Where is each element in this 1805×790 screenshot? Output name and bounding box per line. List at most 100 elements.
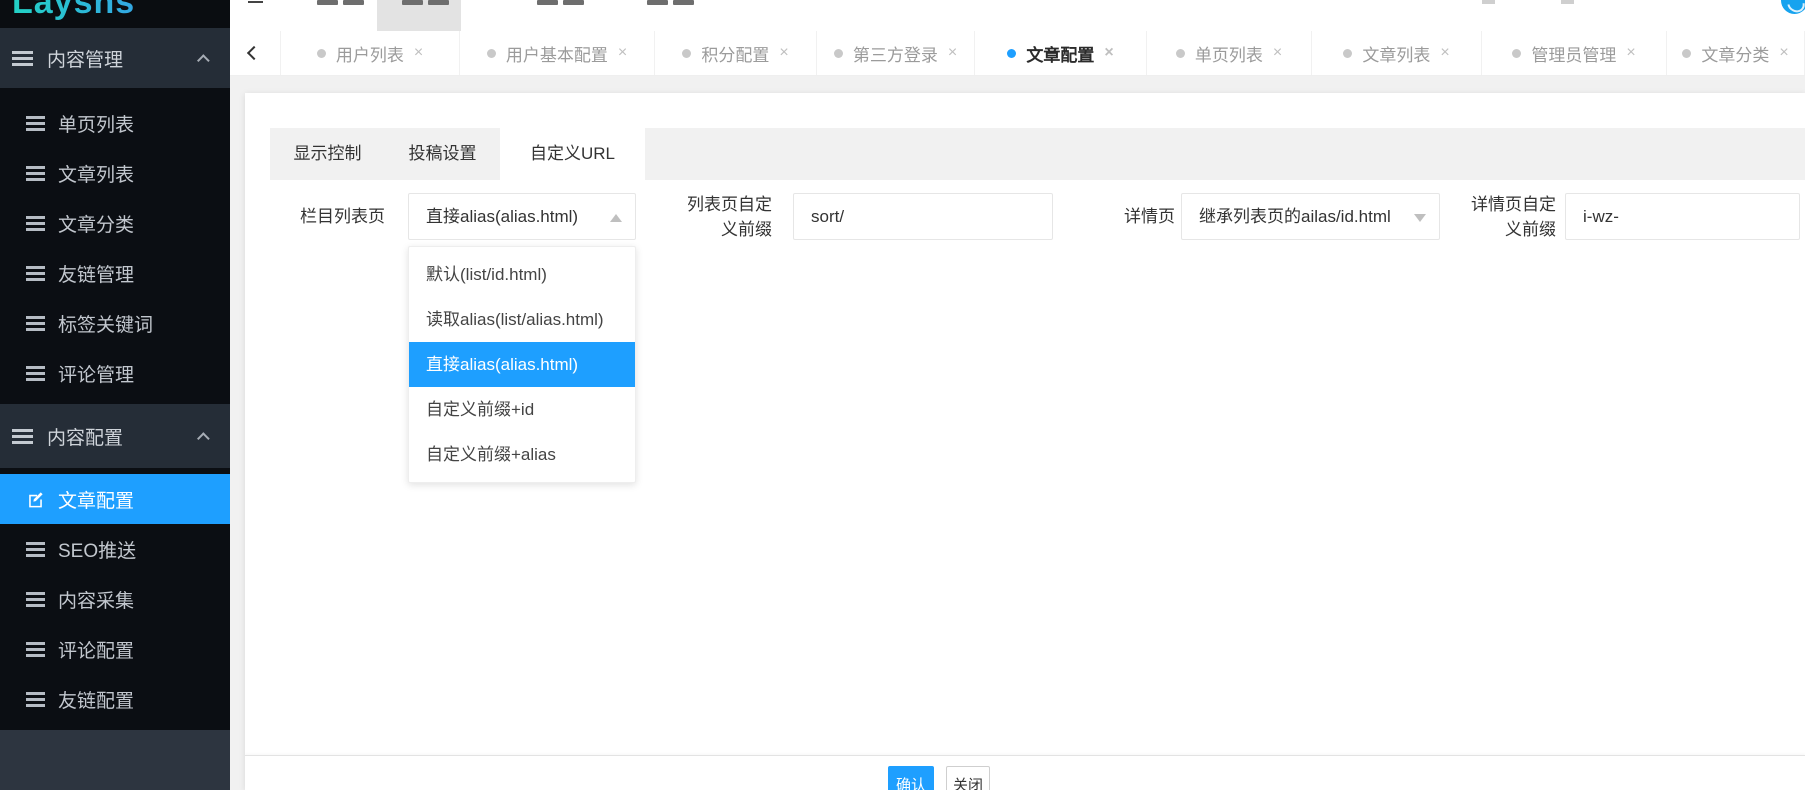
edit-icon [29,491,43,507]
sidebar-submenu-content-config: 文章配置 SEO推送 内容采集 评论配置 友链配置 [0,468,230,730]
tab-dot-icon [1512,48,1522,58]
sidebar-item-article-list[interactable]: 文章列表 [0,148,230,198]
sidebar-group-content-manage[interactable]: 内容管理 [0,28,230,88]
app-logo-text: Laysns [12,0,230,22]
tab-dot-icon [486,48,496,58]
chevron-left-icon [246,45,262,61]
topnav-item[interactable] [647,0,668,5]
sidebar-item-article-config[interactable]: 文章配置 [0,474,230,524]
label-line: 义前缀 [1505,220,1556,239]
topnav-item[interactable] [563,0,584,5]
tab-article-list[interactable]: 文章列表 × [1312,31,1482,75]
tab-scroll-left-button[interactable] [238,31,270,75]
page-tabs: 用户列表 × 用户基本配置 × 积分配置 × 第三方登录 × 文章配置 × 单页… [280,31,1805,75]
column-list-page-dropdown: 默认(list/id.html) 读取alias(list/alias.html… [408,246,636,483]
topnav-item[interactable] [673,0,694,5]
sidebar-item-label: 文章配置 [58,490,135,512]
menu-toggle-icon[interactable] [248,0,263,3]
confirm-button[interactable]: 确认 [888,766,934,790]
close-button[interactable]: 关闭 [946,766,990,790]
sidebar-item-label: 友链管理 [58,264,135,286]
label-line: 义前缀 [721,220,772,239]
column-list-page-select[interactable]: 直接alias(alias.html) [408,193,636,240]
list-icon [26,691,45,707]
dropdown-option[interactable]: 自定义前缀+id [409,387,635,432]
label-line: 详情页自定 [1471,195,1556,214]
sidebar-item-label: 标签关键词 [58,314,154,336]
panel-footer: 确认 关闭 [245,755,1805,790]
sidebar-submenu-content-manage: 单页列表 文章列表 文章分类 友链管理 标签关键词 评论管理 [0,88,230,404]
sidebar-item-friendlink-config[interactable]: 友链配置 [0,674,230,724]
topnav-item[interactable] [343,0,364,5]
tab-user-basic-config[interactable]: 用户基本配置 × [460,31,655,75]
topnav-item[interactable] [402,0,423,5]
dropdown-option[interactable]: 读取alias(list/alias.html) [409,297,635,342]
tab-user-list[interactable]: 用户列表 × [280,31,460,75]
sidebar-item-friend-links[interactable]: 友链管理 [0,248,230,298]
panel-tabs: 显示控制 投稿设置 自定义URL [270,128,1805,180]
close-icon[interactable]: × [948,44,957,62]
select-value: 直接alias(alias.html) [426,207,579,226]
sidebar-item-label: 评论配置 [58,640,135,662]
tab-label: 积分配置 [701,45,770,65]
tab-label: 用户基本配置 [505,45,608,65]
tab-third-party-login[interactable]: 第三方登录 × [817,31,975,75]
chevron-up-icon [197,431,210,445]
topnav-item[interactable] [317,0,338,5]
sidebar-item-tag-keywords[interactable]: 标签关键词 [0,298,230,348]
topnav-item[interactable] [537,0,558,5]
tab-label: 文章分类 [1701,45,1770,65]
sidebar-item-label: 友链配置 [58,690,135,712]
field-label-list-custom-prefix: 列表页自定 义前缀 [672,192,772,242]
label-line: 列表页自定 [687,195,772,214]
dropdown-option[interactable]: 默认(list/id.html) [409,252,635,297]
sidebar-item-seo-push[interactable]: SEO推送 [0,524,230,574]
close-icon[interactable]: × [618,44,627,62]
list-icon [26,115,45,131]
list-icon [26,541,45,557]
list-custom-prefix-input[interactable] [793,193,1053,240]
close-icon[interactable]: × [414,44,423,62]
dropdown-option[interactable]: 自定义前缀+alias [409,432,635,477]
sidebar-footer [0,730,230,790]
panel-tab-submission-settings[interactable]: 投稿设置 [385,128,500,180]
sidebar-item-comment-config[interactable]: 评论配置 [0,624,230,674]
close-icon[interactable]: × [1440,44,1449,62]
panel-tab-display-control[interactable]: 显示控制 [270,128,385,180]
header-icon[interactable] [1561,0,1574,4]
avatar[interactable] [1781,0,1805,14]
header-icon[interactable] [1482,0,1495,4]
tab-article-config[interactable]: 文章配置 × [975,31,1147,75]
main-area: 用户列表 × 用户基本配置 × 积分配置 × 第三方登录 × 文章配置 × 单页… [230,0,1805,790]
topnav-item[interactable] [428,0,449,5]
sidebar-item-content-collect[interactable]: 内容采集 [0,574,230,624]
close-icon[interactable]: × [1626,44,1635,62]
tab-label: 第三方登录 [852,45,938,65]
close-icon[interactable]: × [1104,44,1113,62]
tab-article-category[interactable]: 文章分类 × [1667,31,1805,75]
close-icon[interactable]: × [779,44,788,62]
tab-points-config[interactable]: 积分配置 × [655,31,817,75]
sidebar-item-single-page-list[interactable]: 单页列表 [0,98,230,148]
tab-single-page-list[interactable]: 单页列表 × [1147,31,1312,75]
field-label-detail-page: 详情页 [1124,207,1175,226]
sidebar-item-article-category[interactable]: 文章分类 [0,198,230,248]
list-icon [26,315,45,331]
tab-admin-manage[interactable]: 管理员管理 × [1482,31,1667,75]
panel-tab-custom-url[interactable]: 自定义URL [500,128,645,180]
page-body: 显示控制 投稿设置 自定义URL 栏目列表页 直接alias(alias.htm… [230,76,1805,790]
dropdown-option-selected[interactable]: 直接alias(alias.html) [409,342,635,387]
tab-dot-icon [1343,48,1353,58]
tab-dot-icon [682,48,692,58]
detail-page-select[interactable]: 继承列表页的ailas/id.html [1181,193,1440,240]
sidebar-item-comment-manage[interactable]: 评论管理 [0,348,230,398]
field-label-detail-custom-prefix: 详情页自定 义前缀 [1456,192,1556,242]
sidebar-group-content-config[interactable]: 内容配置 [0,404,230,468]
sidebar-item-label: 评论管理 [58,364,135,386]
tab-dot-icon [1175,48,1185,58]
page-tabbar: 用户列表 × 用户基本配置 × 积分配置 × 第三方登录 × 文章配置 × 单页… [230,31,1805,76]
detail-custom-prefix-input[interactable] [1565,193,1800,240]
close-icon[interactable]: × [1779,44,1788,62]
close-icon[interactable]: × [1273,44,1282,62]
tab-dot-icon [833,48,843,58]
